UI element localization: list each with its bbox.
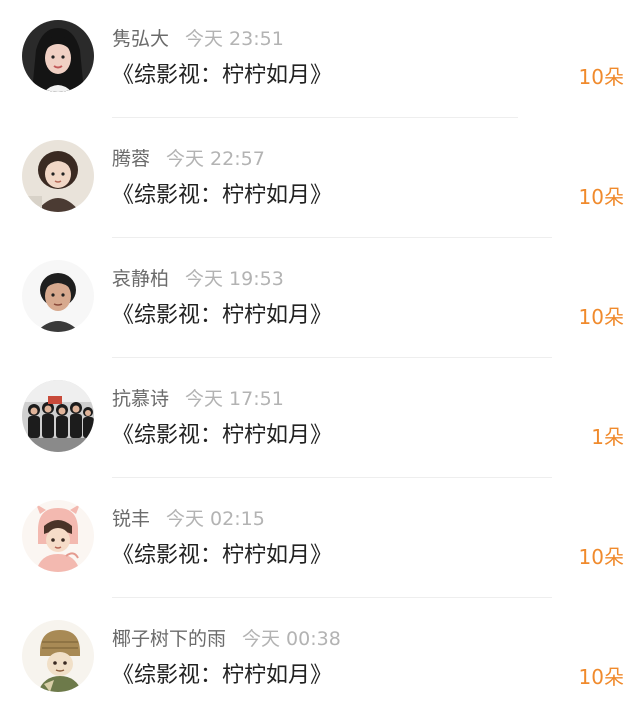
list-item[interactable]: 椰子树下的雨 今天 00:38 《综影视：柠柠如月》 10朵 xyxy=(0,600,640,720)
name-line: 椰子树下的雨 今天 00:38 xyxy=(112,624,341,654)
gift-amount: 10朵 xyxy=(578,65,624,89)
name-line: 哀静柏 今天 19:53 xyxy=(112,264,284,294)
user-name[interactable]: 抗慕诗 xyxy=(112,388,169,410)
timestamp: 今天 17:51 xyxy=(185,388,284,410)
list-item[interactable]: 抗慕诗 今天 17:51 《综影视：柠柠如月》 1朵 xyxy=(0,360,640,480)
avatar-image xyxy=(22,20,94,92)
gift-record-list: 隽弘大 今天 23:51 《综影视：柠柠如月》 10朵 腾蓉 今天 22:57 《综… xyxy=(0,0,640,727)
user-name[interactable]: 哀静柏 xyxy=(112,268,169,290)
avatar[interactable] xyxy=(22,620,94,692)
user-name[interactable]: 腾蓉 xyxy=(112,148,150,170)
avatar[interactable] xyxy=(22,260,94,332)
gift-amount: 10朵 xyxy=(578,545,624,569)
avatar[interactable] xyxy=(22,140,94,212)
timestamp: 今天 02:15 xyxy=(166,508,265,530)
gift-amount: 10朵 xyxy=(578,665,624,689)
book-title[interactable]: 《综影视：柠柠如月》 xyxy=(112,540,332,572)
avatar-image xyxy=(22,260,94,332)
divider xyxy=(112,597,552,598)
divider xyxy=(112,477,552,478)
avatar-image xyxy=(22,620,94,692)
name-line: 腾蓉 今天 22:57 xyxy=(112,144,265,174)
list-item[interactable]: 锐丰 今天 02:15 《综影视：柠柠如月》 10朵 xyxy=(0,480,640,600)
avatar[interactable] xyxy=(22,500,94,572)
list-item[interactable]: 哀静柏 今天 19:53 《综影视：柠柠如月》 10朵 xyxy=(0,240,640,360)
avatar[interactable] xyxy=(22,380,94,452)
timestamp: 今天 00:38 xyxy=(242,628,341,650)
list-item[interactable]: 隽弘大 今天 23:51 《综影视：柠柠如月》 10朵 xyxy=(0,0,640,120)
avatar-image xyxy=(22,140,94,212)
divider xyxy=(112,117,518,118)
book-title[interactable]: 《综影视：柠柠如月》 xyxy=(112,60,332,92)
book-title[interactable]: 《综影视：柠柠如月》 xyxy=(112,180,332,212)
divider xyxy=(112,357,552,358)
divider xyxy=(112,237,552,238)
book-title[interactable]: 《综影视：柠柠如月》 xyxy=(112,660,332,692)
book-title[interactable]: 《综影视：柠柠如月》 xyxy=(112,300,332,332)
avatar[interactable] xyxy=(22,20,94,92)
timestamp: 今天 23:51 xyxy=(185,28,284,50)
gift-amount: 10朵 xyxy=(578,305,624,329)
name-line: 锐丰 今天 02:15 xyxy=(112,504,265,534)
list-item[interactable]: 腾蓉 今天 22:57 《综影视：柠柠如月》 10朵 xyxy=(0,120,640,240)
gift-amount: 1朵 xyxy=(591,425,624,449)
book-title[interactable]: 《综影视：柠柠如月》 xyxy=(112,420,332,452)
gift-amount: 10朵 xyxy=(578,185,624,209)
user-name[interactable]: 锐丰 xyxy=(112,508,150,530)
name-line: 抗慕诗 今天 17:51 xyxy=(112,384,284,414)
name-line: 隽弘大 今天 23:51 xyxy=(112,24,284,54)
timestamp: 今天 22:57 xyxy=(166,148,265,170)
avatar-image xyxy=(22,380,94,452)
avatar-image xyxy=(22,500,94,572)
user-name[interactable]: 隽弘大 xyxy=(112,28,169,50)
user-name[interactable]: 椰子树下的雨 xyxy=(112,628,226,650)
timestamp: 今天 19:53 xyxy=(185,268,284,290)
